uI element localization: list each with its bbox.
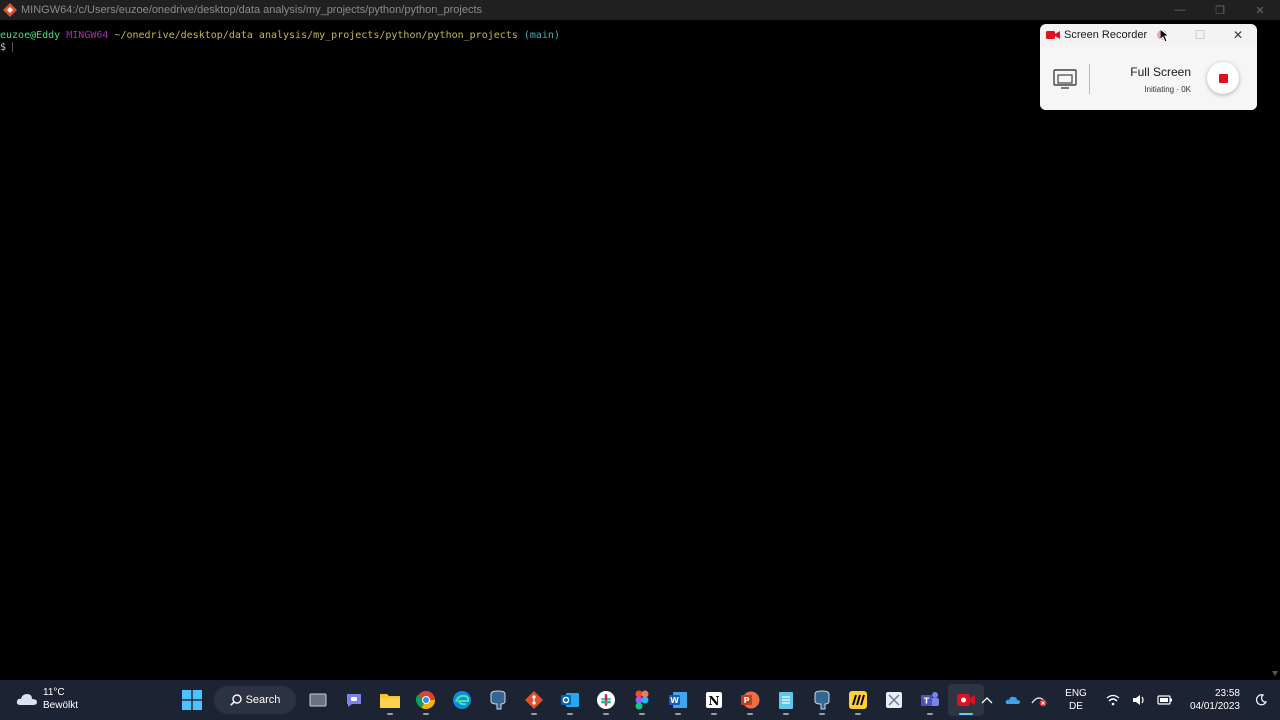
slack-icon xyxy=(597,691,615,709)
git-icon xyxy=(525,691,543,709)
weather-widget[interactable]: 11°C Bewölkt xyxy=(16,686,78,712)
teams-chat-icon xyxy=(347,694,361,707)
git-bash-icon xyxy=(3,3,17,17)
recorder-close-button[interactable]: ✕ xyxy=(1219,24,1257,46)
recorder-title: Screen Recorder xyxy=(1064,29,1148,41)
text-cursor xyxy=(12,42,14,52)
screen-recorder-icon xyxy=(957,694,975,706)
speaker-icon xyxy=(1133,695,1144,705)
figma-icon xyxy=(635,690,649,710)
teams-icon: T xyxy=(921,692,939,706)
snipping-tool-button[interactable] xyxy=(876,684,912,716)
stop-icon xyxy=(1218,73,1228,83)
current-path: ~/onedrive/desktop/data analysis/my_proj… xyxy=(114,30,518,41)
miro-button[interactable] xyxy=(840,684,876,716)
recording-mode: Full Screen xyxy=(1130,65,1191,79)
terminal-scrollbar[interactable] xyxy=(1270,20,1280,680)
focus-assist-button[interactable] xyxy=(1248,694,1274,706)
system-name: MINGW64 xyxy=(66,30,109,41)
postgresql-icon xyxy=(814,690,830,710)
svg-text:W: W xyxy=(670,696,679,705)
volume-button[interactable] xyxy=(1126,694,1152,706)
teams-chat-button[interactable] xyxy=(336,684,372,716)
recorder-maximize-button[interactable]: ☐ xyxy=(1181,24,1219,46)
input-language-button[interactable]: ENG DE xyxy=(1058,687,1094,713)
close-button[interactable]: ✕ xyxy=(1240,0,1280,20)
git-button[interactable] xyxy=(516,684,552,716)
moon-icon xyxy=(1255,694,1267,706)
chrome-button[interactable] xyxy=(408,684,444,716)
battery-button[interactable] xyxy=(1152,695,1178,705)
notepad-button[interactable] xyxy=(768,684,804,716)
postgresql-icon xyxy=(490,690,506,710)
task-view-button[interactable] xyxy=(300,684,336,716)
network-status-button[interactable] xyxy=(1026,693,1052,707)
chrome-icon xyxy=(416,691,435,710)
video-camera-icon xyxy=(1046,31,1060,39)
wifi-button[interactable] xyxy=(1100,694,1126,706)
scroll-down-icon[interactable] xyxy=(1272,671,1278,676)
network-warning-icon xyxy=(1031,697,1047,707)
chevron-up-icon xyxy=(981,697,993,704)
terminal-area[interactable]: euzoe@Eddy MINGW64 ~/onedrive/desktop/da… xyxy=(0,20,1270,680)
onedrive-cloud-icon xyxy=(1005,696,1020,704)
clock-button[interactable]: 23:58 04/01/2023 xyxy=(1178,687,1240,713)
git-branch: (main) xyxy=(523,30,560,41)
word-icon: W xyxy=(669,692,687,708)
user-host: euzoe@Eddy xyxy=(0,30,61,41)
minimize-button[interactable]: — xyxy=(1160,0,1200,20)
search-label: Search xyxy=(245,694,281,706)
notepad-icon xyxy=(779,692,793,709)
date: 04/01/2023 xyxy=(1189,701,1240,712)
time: 23:58 xyxy=(1214,688,1240,699)
prompt-symbol: $ xyxy=(0,42,7,53)
battery-icon xyxy=(1157,695,1172,705)
miro-icon xyxy=(849,691,867,709)
recorder-divider xyxy=(1089,64,1090,94)
taskbar-search-button[interactable]: Search xyxy=(214,686,296,714)
svg-text:N: N xyxy=(709,694,720,708)
window-title: MINGW64:/c/Users/euzoe/onedrive/desktop/… xyxy=(21,4,483,16)
folder-icon xyxy=(380,694,400,708)
edge-icon xyxy=(453,691,471,709)
notion-button[interactable]: N xyxy=(696,684,732,716)
figma-button[interactable] xyxy=(624,684,660,716)
cloud-icon xyxy=(16,694,37,705)
postgresql-button-2[interactable] xyxy=(804,684,840,716)
search-icon xyxy=(229,694,242,706)
svg-text:P: P xyxy=(744,696,750,705)
mouse-pointer-icon xyxy=(1160,29,1169,43)
taskbar: 11°C Bewölkt Search W N P T ENG DE 23:58… xyxy=(0,680,1280,720)
start-button[interactable] xyxy=(174,684,210,716)
notion-icon: N xyxy=(706,692,722,708)
file-explorer-button[interactable] xyxy=(372,684,408,716)
onedrive-tray-button[interactable] xyxy=(1000,695,1026,705)
word-button[interactable]: W xyxy=(660,684,696,716)
weather-temp: 11°C xyxy=(43,687,65,698)
system-tray: ENG DE 23:58 04/01/2023 xyxy=(974,680,1280,720)
powerpoint-button[interactable]: P xyxy=(732,684,768,716)
screen-recorder-panel[interactable]: Screen Recorder ☐ ✕ Full Screen Initiati… xyxy=(1040,24,1257,110)
weather-condition: Bewölkt xyxy=(43,700,79,711)
full-screen-mode-icon[interactable] xyxy=(1052,66,1078,92)
postgresql-button[interactable] xyxy=(480,684,516,716)
windows-logo-icon xyxy=(182,690,202,710)
language-code: ENG xyxy=(1065,688,1087,699)
snipping-icon xyxy=(886,692,902,708)
keyboard-layout: DE xyxy=(1069,701,1083,712)
outlook-button[interactable] xyxy=(552,684,588,716)
recording-status: Initiating · 0K xyxy=(1144,85,1191,94)
powerpoint-icon: P xyxy=(741,691,760,709)
window-title-bar[interactable]: MINGW64:/c/Users/euzoe/onedrive/desktop/… xyxy=(0,0,1280,20)
outlook-icon xyxy=(561,693,579,707)
slack-button[interactable] xyxy=(588,684,624,716)
edge-button[interactable] xyxy=(444,684,480,716)
teams-button[interactable]: T xyxy=(912,684,948,716)
task-view-icon xyxy=(309,693,327,707)
restore-button[interactable]: ❐ xyxy=(1200,0,1240,20)
show-hidden-icons-button[interactable] xyxy=(974,696,1000,704)
wifi-icon xyxy=(1106,694,1120,706)
svg-text:T: T xyxy=(924,697,930,706)
stop-recording-button[interactable] xyxy=(1207,62,1239,94)
